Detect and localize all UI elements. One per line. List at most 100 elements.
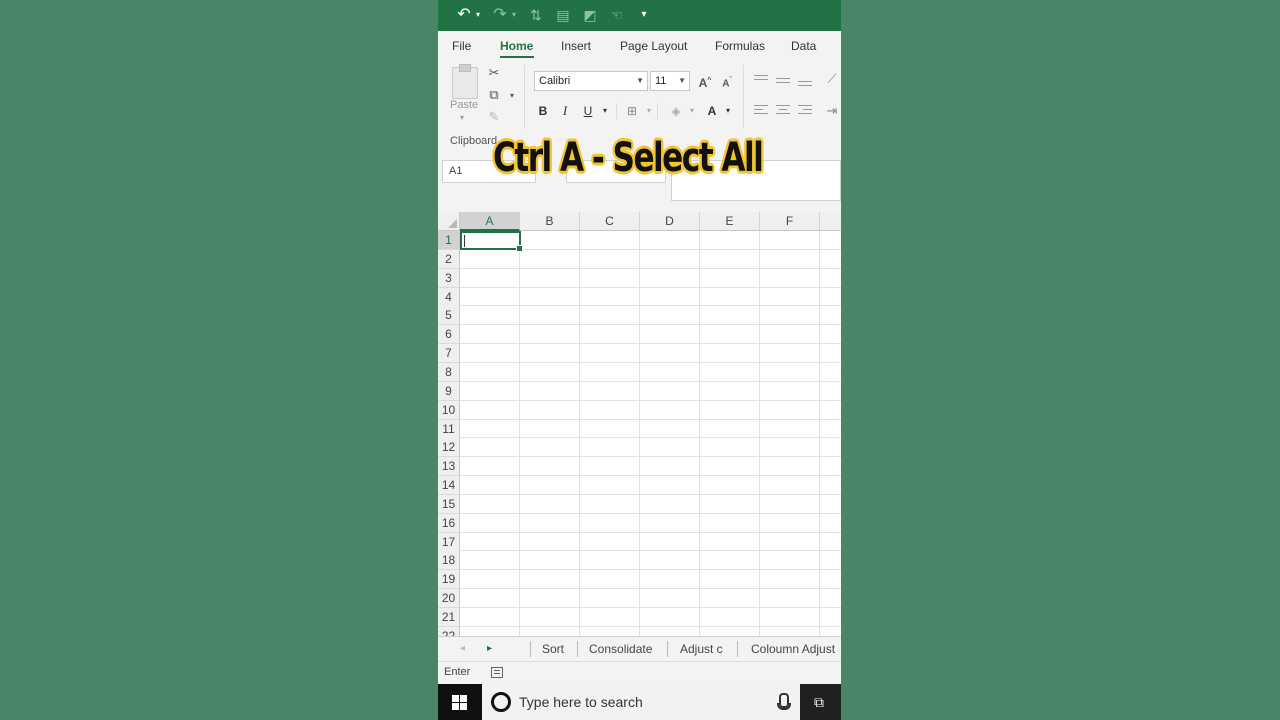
sort-icon[interactable]: ⇅ <box>528 6 544 24</box>
tab-formulas[interactable]: Formulas <box>715 39 765 53</box>
column-header-c[interactable]: C <box>580 212 640 231</box>
tab-page-layout[interactable]: Page Layout <box>620 39 687 53</box>
row-header-18[interactable]: 18 <box>438 551 460 571</box>
row-gridline <box>460 305 841 307</box>
row-header-2[interactable]: 2 <box>438 249 460 269</box>
row-header-19[interactable]: 19 <box>438 570 460 590</box>
row-header-20[interactable]: 20 <box>438 589 460 609</box>
grow-font-button[interactable]: A^ <box>696 73 714 90</box>
row-header-22[interactable]: 22 <box>438 626 460 636</box>
paste-icon[interactable] <box>452 64 478 99</box>
font-color-button[interactable]: A <box>704 103 720 119</box>
font-name-select[interactable]: Calibri ▼ <box>534 71 648 91</box>
bold-button[interactable]: B <box>535 103 551 119</box>
cortana-icon <box>491 692 511 712</box>
row-header-1[interactable]: 1 <box>438 231 460 250</box>
row-header-21[interactable]: 21 <box>438 608 460 627</box>
paste-dropdown-icon[interactable]: ▾ <box>460 113 464 122</box>
tab-file[interactable]: File <box>452 39 471 53</box>
sheet-next-icon[interactable]: ▸ <box>487 642 492 656</box>
column-header-f[interactable]: F <box>760 212 820 231</box>
align-left-icon[interactable] <box>754 105 768 117</box>
copy-dropdown-icon[interactable]: ▾ <box>503 88 521 104</box>
align-line <box>776 78 790 79</box>
customize-qat-icon[interactable]: ▾ <box>638 6 650 24</box>
row-header-4[interactable]: 4 <box>438 287 460 307</box>
align-line <box>803 109 812 110</box>
align-line <box>798 105 812 106</box>
shape-icon[interactable]: ◩ <box>581 6 599 24</box>
column-header-b[interactable]: B <box>520 212 580 231</box>
paste-button[interactable]: Paste <box>450 99 478 111</box>
align-top-icon[interactable] <box>754 75 768 85</box>
macro-record-icon[interactable] <box>491 667 503 678</box>
row-header-16[interactable]: 16 <box>438 513 460 533</box>
task-view-icon[interactable]: ⧉ <box>814 694 830 710</box>
column-header-partial[interactable] <box>820 212 841 231</box>
row-header-8[interactable]: 8 <box>438 362 460 382</box>
align-middle-icon[interactable] <box>776 75 790 85</box>
row-header-15[interactable]: 15 <box>438 494 460 514</box>
grow-font-icon: A <box>698 76 708 90</box>
row-header-10[interactable]: 10 <box>438 400 460 420</box>
sheet-tab-coloumn-adjust[interactable]: Coloumn Adjust <box>751 641 835 657</box>
align-right-icon[interactable] <box>798 105 812 117</box>
worksheet-grid[interactable]: A B C D E F 1 2 3 4 5 6 7 8 9 10 11 12 13 14 15 16 17 18 19 20 21 2… <box>438 212 841 636</box>
row-header-13[interactable]: 13 <box>438 457 460 477</box>
align-line <box>776 82 790 83</box>
row-header-6[interactable]: 6 <box>438 325 460 345</box>
fill-color-icon[interactable]: ◈ <box>668 103 684 119</box>
tab-home[interactable]: Home <box>500 39 533 53</box>
column-header-e[interactable]: E <box>700 212 760 231</box>
row-header-14[interactable]: 14 <box>438 476 460 496</box>
tab-data[interactable]: Data <box>791 39 816 53</box>
touch-mode-icon[interactable]: ☜ <box>608 6 626 24</box>
sheet-separator <box>530 641 531 657</box>
select-all-button[interactable] <box>438 212 460 231</box>
font-color-dropdown-icon[interactable]: ▾ <box>720 103 736 119</box>
windows-logo-icon <box>452 695 467 710</box>
row-header-17[interactable]: 17 <box>438 532 460 552</box>
row-gridline <box>460 267 841 269</box>
copy-icon[interactable]: ⧉ <box>485 87 503 103</box>
format-painter-icon[interactable]: ✎ <box>485 109 503 125</box>
column-gridline <box>759 231 760 636</box>
active-cell-a1[interactable] <box>460 231 523 252</box>
sheet-tab-adjust-c[interactable]: Adjust c <box>680 641 723 657</box>
underline-dropdown-icon[interactable]: ▾ <box>597 103 613 119</box>
column-header-a[interactable]: A <box>460 212 520 231</box>
fill-color-dropdown-icon[interactable]: ▾ <box>684 103 700 119</box>
redo-icon[interactable]: ↷ <box>492 6 508 24</box>
undo-icon[interactable]: ↶ <box>456 6 472 24</box>
row-header-7[interactable]: 7 <box>438 344 460 364</box>
tab-insert[interactable]: Insert <box>561 39 591 53</box>
align-bottom-icon[interactable] <box>798 75 812 87</box>
undo-dropdown-icon[interactable]: ▾ <box>474 6 482 24</box>
column-header-d[interactable]: D <box>640 212 700 231</box>
sheet-prev-icon[interactable]: ◂ <box>460 642 465 656</box>
indent-icon[interactable]: ⇥ <box>823 103 841 119</box>
sheet-tab-consolidate[interactable]: Consolidate <box>589 641 652 657</box>
align-line <box>754 79 768 80</box>
borders-icon[interactable]: ⊞ <box>624 103 640 119</box>
row-header-3[interactable]: 3 <box>438 268 460 288</box>
taskbar-search-box[interactable]: Type here to search <box>482 684 800 720</box>
row-header-12[interactable]: 12 <box>438 438 460 458</box>
sheet-tab-sort[interactable]: Sort <box>542 641 564 657</box>
orientation-icon[interactable]: ⟋ <box>823 71 841 87</box>
row-header-9[interactable]: 9 <box>438 381 460 401</box>
cut-icon[interactable]: ✂ <box>485 65 503 81</box>
start-button[interactable] <box>438 684 482 720</box>
row-gridline <box>460 569 841 571</box>
shrink-font-button[interactable]: Aˇ <box>718 73 736 89</box>
redo-dropdown-icon[interactable]: ▾ <box>510 6 518 24</box>
italic-button[interactable]: I <box>557 103 573 119</box>
borders-dropdown-icon[interactable]: ▾ <box>641 103 657 119</box>
row-header-11[interactable]: 11 <box>438 419 460 439</box>
font-size-select[interactable]: 11 ▼ <box>650 71 690 91</box>
underline-button[interactable]: U <box>580 103 596 119</box>
align-center-icon[interactable] <box>776 105 790 117</box>
form-icon[interactable]: ▤ <box>554 6 572 24</box>
row-header-5[interactable]: 5 <box>438 306 460 326</box>
microphone-icon[interactable] <box>777 693 791 710</box>
